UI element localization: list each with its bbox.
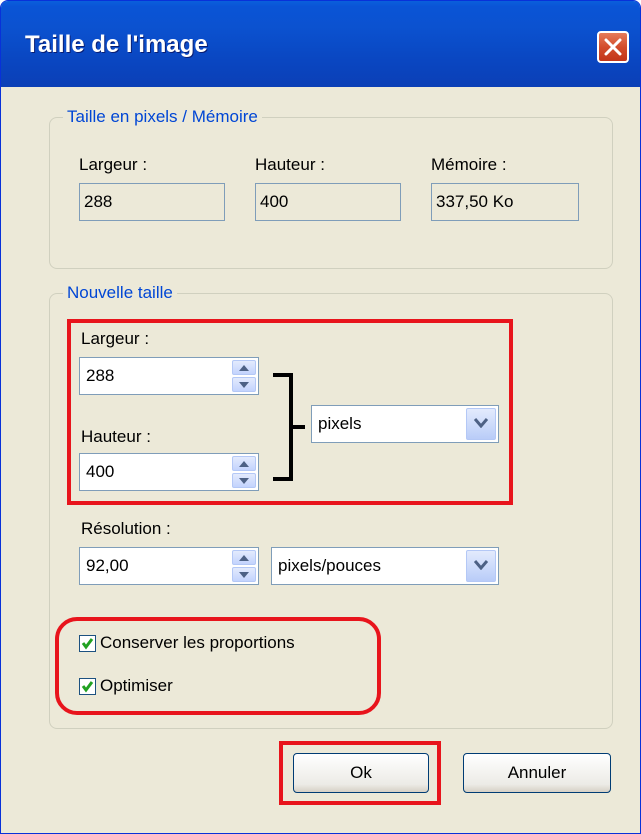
resolution-unit-dropdown[interactable]: pixels/pouces bbox=[271, 547, 499, 585]
chevron-down-icon bbox=[474, 560, 488, 570]
cancel-button[interactable]: Annuler bbox=[463, 753, 611, 793]
arrow-down-icon bbox=[239, 572, 249, 578]
current-width-field: 288 bbox=[79, 183, 225, 221]
close-icon bbox=[604, 38, 622, 56]
memory-value: 337,50 Ko bbox=[436, 192, 514, 211]
resolution-label: Résolution : bbox=[81, 519, 171, 538]
highlight-checkboxes bbox=[55, 617, 381, 715]
current-width-value: 288 bbox=[84, 192, 113, 211]
memory-field: 337,50 Ko bbox=[431, 183, 579, 221]
current-height-field: 400 bbox=[255, 183, 401, 221]
resolution-spin-buttons bbox=[232, 550, 256, 582]
resolution-decrement[interactable] bbox=[232, 567, 256, 582]
resolution-unit-dropdown-button[interactable] bbox=[466, 550, 496, 582]
highlight-ok-button bbox=[279, 741, 441, 805]
dialog-body: Taille en pixels / Mémoire Largeur : 288… bbox=[1, 87, 640, 833]
arrow-up-icon bbox=[239, 555, 249, 561]
current-width-label: Largeur : bbox=[79, 155, 148, 174]
resolution-increment[interactable] bbox=[232, 550, 256, 565]
resolution-spinner[interactable]: 92,00 bbox=[79, 547, 259, 585]
title-bar[interactable]: Taille de l'image bbox=[1, 1, 640, 87]
resolution-unit-value: pixels/pouces bbox=[278, 556, 382, 575]
memory-group-legend: Taille en pixels / Mémoire bbox=[63, 107, 262, 127]
current-height-value: 400 bbox=[260, 192, 289, 211]
resolution-value[interactable]: 92,00 bbox=[86, 556, 129, 576]
dialog-window: Taille de l'image Taille en pixels / Mém… bbox=[0, 0, 641, 834]
highlight-new-size-box bbox=[67, 319, 513, 505]
window-title: Taille de l'image bbox=[25, 31, 208, 58]
new-size-group-legend: Nouvelle taille bbox=[63, 283, 177, 303]
memory-label: Mémoire : bbox=[431, 155, 507, 174]
close-button[interactable] bbox=[597, 31, 629, 63]
current-height-label: Hauteur : bbox=[255, 155, 325, 174]
